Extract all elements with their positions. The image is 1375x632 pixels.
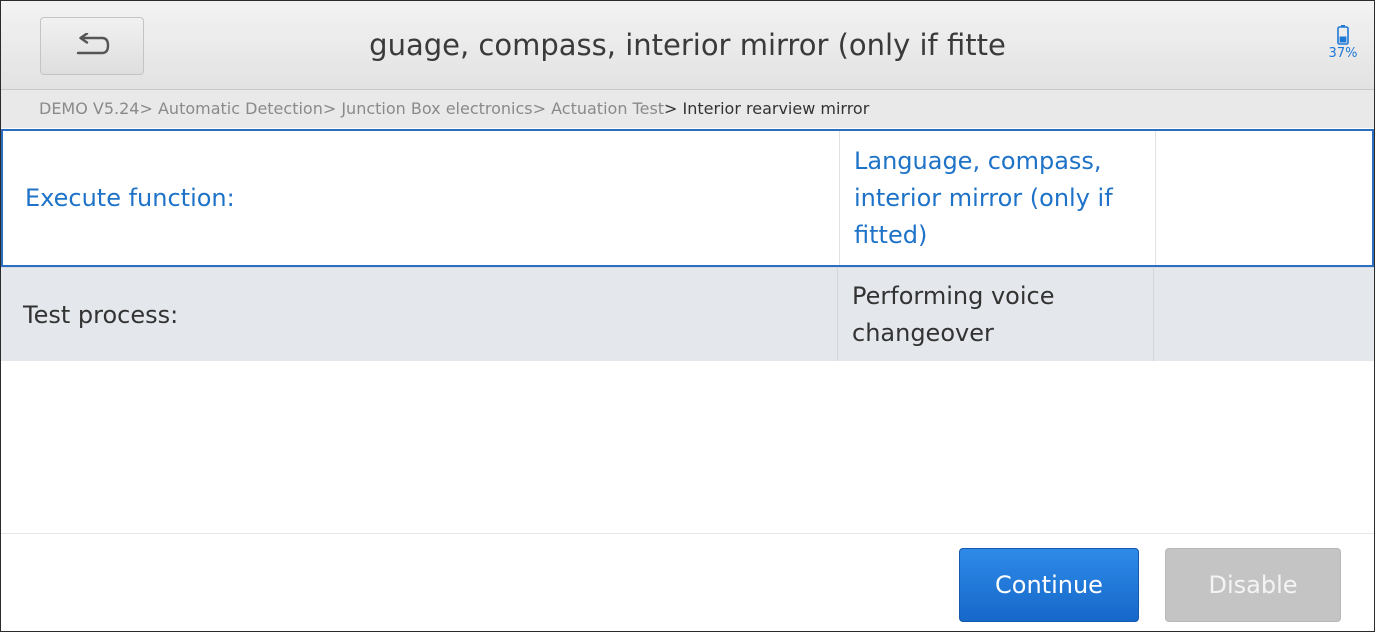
battery-status: 37%: [1326, 25, 1360, 61]
table-row-execute-function[interactable]: Execute function: Language, compass, int…: [1, 129, 1374, 267]
row-label: Execute function:: [25, 184, 235, 212]
table-row-test-process[interactable]: Test process: Performing voice changeove…: [1, 267, 1374, 361]
row-extra: [1155, 131, 1372, 265]
battery-icon: [1326, 25, 1360, 45]
header-bar: guage, compass, interior mirror (only if…: [1, 1, 1374, 90]
breadcrumb-current: > Interior rearview mirror: [664, 99, 870, 118]
row-value: Performing voice changeover: [837, 268, 1153, 361]
row-label: Test process:: [23, 300, 179, 329]
row-extra: [1153, 268, 1374, 361]
continue-button[interactable]: Continue: [959, 548, 1139, 622]
row-value: Language, compass, interior mirror (only…: [839, 131, 1155, 265]
back-arrow-icon: [72, 33, 112, 59]
breadcrumb-path: DEMO V5.24> Automatic Detection> Junctio…: [39, 99, 665, 118]
breadcrumb: DEMO V5.24> Automatic Detection> Junctio…: [1, 90, 1374, 128]
disable-button[interactable]: Disable: [1165, 548, 1341, 622]
app-window: guage, compass, interior mirror (only if…: [0, 0, 1375, 632]
battery-percent: 37%: [1328, 46, 1358, 61]
back-button[interactable]: [40, 17, 144, 75]
data-table: Execute function: Language, compass, int…: [1, 129, 1374, 361]
footer-bar: Continue Disable: [1, 533, 1374, 631]
page-title: guage, compass, interior mirror (only if…: [369, 28, 1006, 62]
